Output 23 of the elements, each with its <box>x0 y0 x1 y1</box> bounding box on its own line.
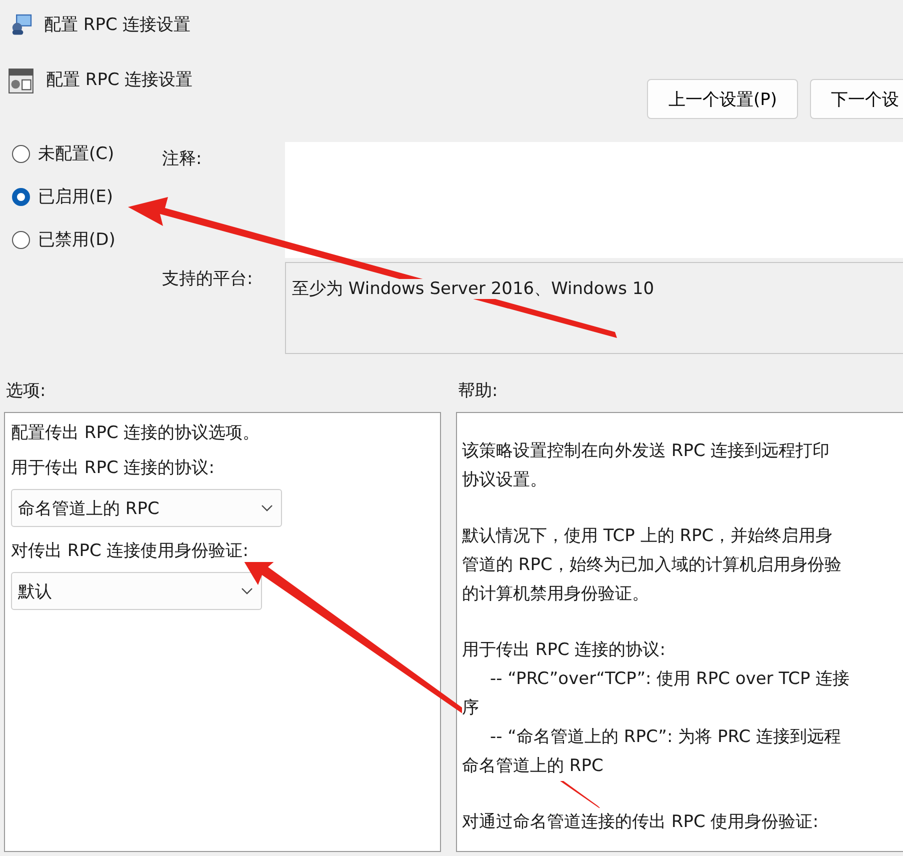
nav-button[interactable]: 上一个设置(P) <box>647 79 798 119</box>
chevron-down-icon <box>241 587 253 595</box>
options-label: 选项: <box>6 380 47 403</box>
radio-button[interactable] <box>12 144 30 162</box>
dropdown[interactable]: 命名管道上的 RPC <box>11 489 282 527</box>
chevron-down-icon <box>261 504 273 512</box>
comment-label: 注释: <box>162 148 203 171</box>
radio-button[interactable] <box>12 230 30 248</box>
window-title: 配置 RPC 连接设置 <box>44 14 191 36</box>
radio-button[interactable] <box>12 188 30 206</box>
dropdown[interactable]: 默认 <box>11 572 262 610</box>
policy-icon <box>8 68 34 94</box>
radio-label[interactable]: 已禁用(D) <box>38 228 116 251</box>
radio-label[interactable]: 已启用(E) <box>38 185 114 208</box>
policy-title: 配置 RPC 连接设置 <box>46 69 193 91</box>
platform-label: 支持的平台: <box>162 268 254 291</box>
radio-label[interactable]: 未配置(C) <box>38 142 114 165</box>
help-label: 帮助: <box>458 380 498 403</box>
comment-field[interactable] <box>285 142 903 258</box>
nav-button[interactable]: 下一个设 <box>810 79 903 119</box>
options-description: 配置传出 RPC 连接的协议选项。 <box>11 422 261 444</box>
platform-value: 至少为 Windows Server 2016、Windows 10 <box>292 279 654 299</box>
computer-icon <box>10 12 34 36</box>
